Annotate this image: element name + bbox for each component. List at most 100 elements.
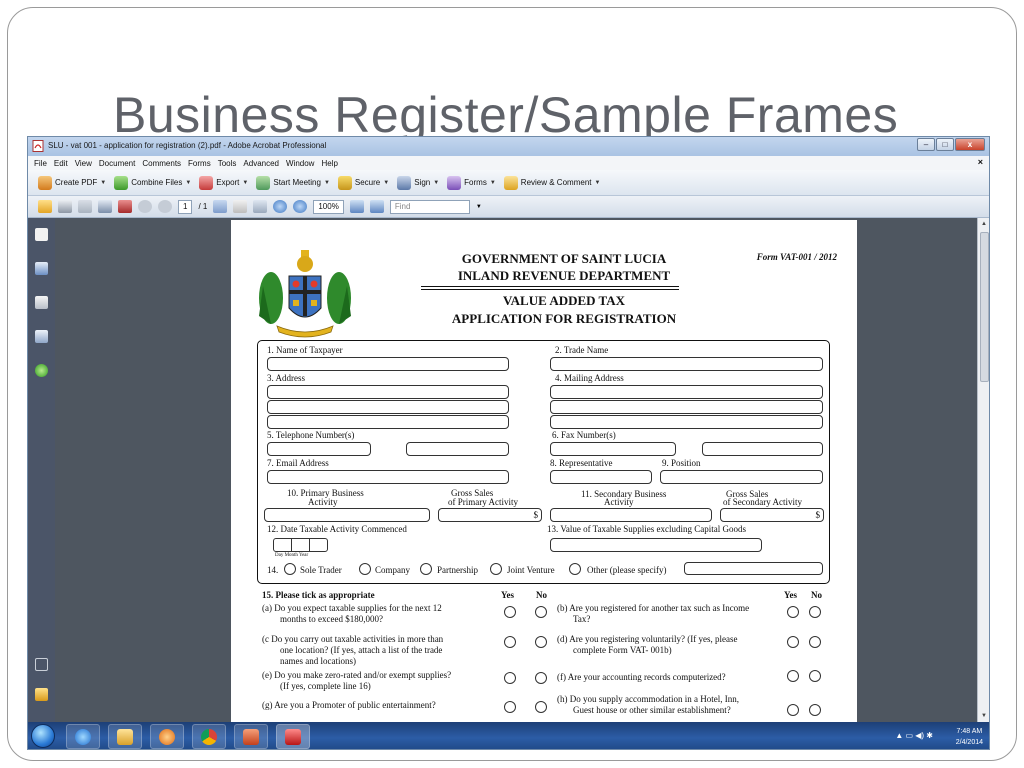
mailing-address-field-1[interactable] <box>550 385 823 399</box>
attachments-icon[interactable] <box>35 658 48 671</box>
comments-icon[interactable] <box>35 688 48 701</box>
help-icon[interactable] <box>35 364 48 377</box>
other-specify-field[interactable] <box>684 562 823 575</box>
document-close-icon[interactable]: × <box>978 157 983 167</box>
save-icon[interactable] <box>78 200 92 213</box>
question-h-yes-radio[interactable] <box>787 704 799 716</box>
create-pdf-button[interactable]: Create PDF ▼ <box>38 175 106 190</box>
date-commenced-field[interactable] <box>273 538 328 552</box>
print-icon[interactable] <box>58 200 72 213</box>
minimize-button[interactable]: – <box>917 138 935 151</box>
mailing-address-field-3[interactable] <box>550 415 823 429</box>
address-field-2[interactable] <box>267 400 509 414</box>
question-d-yes-radio[interactable] <box>787 636 799 648</box>
vertical-scrollbar[interactable]: ▲ ▼ <box>977 218 989 722</box>
trade-name-field[interactable] <box>550 357 823 371</box>
select-tool-icon[interactable] <box>213 200 228 213</box>
open-folder-icon[interactable] <box>38 200 52 213</box>
representative-field[interactable] <box>550 470 652 484</box>
question-h-no-radio[interactable] <box>809 704 821 716</box>
bookmarks-icon[interactable] <box>35 262 48 275</box>
scroll-thumb[interactable] <box>980 232 989 382</box>
pages-icon[interactable] <box>35 228 48 241</box>
menu-comments[interactable]: Comments <box>142 159 181 168</box>
question-a-no-radio[interactable] <box>535 606 547 618</box>
sign-button[interactable]: Sign ▼ <box>397 175 439 190</box>
email-icon[interactable] <box>98 200 112 213</box>
taskbar-internet-explorer[interactable] <box>66 724 100 749</box>
taxable-supplies-field[interactable] <box>550 538 762 552</box>
address-field-3[interactable] <box>267 415 509 429</box>
zoom-tool-icon[interactable] <box>253 200 268 213</box>
taskbar-acrobat[interactable] <box>276 724 310 749</box>
menu-file[interactable]: File <box>34 159 47 168</box>
zoom-in-icon[interactable] <box>293 200 308 213</box>
scroll-down-icon[interactable]: ▼ <box>981 713 987 719</box>
question-a-yes-radio[interactable] <box>504 606 516 618</box>
joint-venture-radio[interactable] <box>490 563 502 575</box>
forms-button[interactable]: Forms ▼ <box>447 175 496 190</box>
taskbar-explorer[interactable] <box>108 724 142 749</box>
review-comment-button[interactable]: Review & Comment ▼ <box>503 175 600 190</box>
previous-page-icon[interactable] <box>138 200 152 213</box>
company-radio[interactable] <box>359 563 371 575</box>
menu-window[interactable]: Window <box>286 159 314 168</box>
position-field[interactable] <box>660 470 823 484</box>
menu-edit[interactable]: Edit <box>54 159 68 168</box>
menu-document[interactable]: Document <box>99 159 135 168</box>
taskbar-chrome[interactable] <box>192 724 226 749</box>
page-number-input[interactable]: 1 <box>178 199 193 214</box>
menu-advanced[interactable]: Advanced <box>243 159 279 168</box>
fit-page-icon[interactable] <box>349 200 364 213</box>
fax-field-2[interactable] <box>702 442 823 456</box>
signatures-icon[interactable] <box>35 330 48 343</box>
primary-gross-sales-field[interactable]: $ <box>438 508 542 522</box>
fax-field-1[interactable] <box>550 442 676 456</box>
taskbar-media-player[interactable] <box>150 724 184 749</box>
next-page-icon[interactable] <box>158 200 172 213</box>
taskbar-powerpoint[interactable] <box>234 724 268 749</box>
menu-view[interactable]: View <box>75 159 92 168</box>
menu-forms[interactable]: Forms <box>188 159 211 168</box>
zoom-out-icon[interactable] <box>273 200 288 213</box>
zoom-level-select[interactable]: 100% <box>313 199 344 214</box>
primary-business-field[interactable] <box>264 508 430 522</box>
find-dropdown-icon[interactable]: ▼ <box>476 204 482 210</box>
start-meeting-button[interactable]: Start Meeting ▼ <box>256 175 330 190</box>
hand-tool-icon[interactable] <box>233 200 248 213</box>
question-e-yes-radio[interactable] <box>504 672 516 684</box>
secondary-gross-sales-field[interactable]: $ <box>720 508 824 522</box>
system-tray-icons[interactable]: ▲ ▭ ◀) ✱ <box>895 731 933 740</box>
question-f-no-radio[interactable] <box>809 670 821 682</box>
menu-help[interactable]: Help <box>321 159 337 168</box>
question-b-yes-radio[interactable] <box>787 606 799 618</box>
other-radio[interactable] <box>569 563 581 575</box>
combine-files-button[interactable]: Combine Files ▼ <box>114 175 191 190</box>
fit-width-icon[interactable] <box>369 200 384 213</box>
secure-button[interactable]: Secure ▼ <box>337 175 389 190</box>
question-e-no-radio[interactable] <box>535 672 547 684</box>
start-button[interactable] <box>31 724 55 748</box>
menu-tools[interactable]: Tools <box>218 159 237 168</box>
mailing-address-field-2[interactable] <box>550 400 823 414</box>
partnership-radio[interactable] <box>420 563 432 575</box>
question-g-yes-radio[interactable] <box>504 701 516 713</box>
find-input[interactable]: Find <box>389 199 470 214</box>
question-g-no-radio[interactable] <box>535 701 547 713</box>
layers-icon[interactable] <box>35 296 48 309</box>
question-c-yes-radio[interactable] <box>504 636 516 648</box>
system-clock[interactable]: 7:48 AM 2/4/2014 <box>956 724 983 749</box>
telephone-field-2[interactable] <box>406 442 509 456</box>
email-field[interactable] <box>267 470 509 484</box>
secondary-business-field[interactable] <box>550 508 712 522</box>
taxpayer-name-field[interactable] <box>267 357 509 371</box>
close-button[interactable]: x <box>955 138 985 151</box>
maximize-button[interactable]: □ <box>936 138 954 151</box>
question-c-no-radio[interactable] <box>535 636 547 648</box>
telephone-field-1[interactable] <box>267 442 371 456</box>
scroll-up-icon[interactable]: ▲ <box>981 221 987 227</box>
camera-icon[interactable] <box>118 200 132 213</box>
export-button[interactable]: Export ▼ <box>199 175 248 190</box>
question-b-no-radio[interactable] <box>809 606 821 618</box>
question-f-yes-radio[interactable] <box>787 670 799 682</box>
